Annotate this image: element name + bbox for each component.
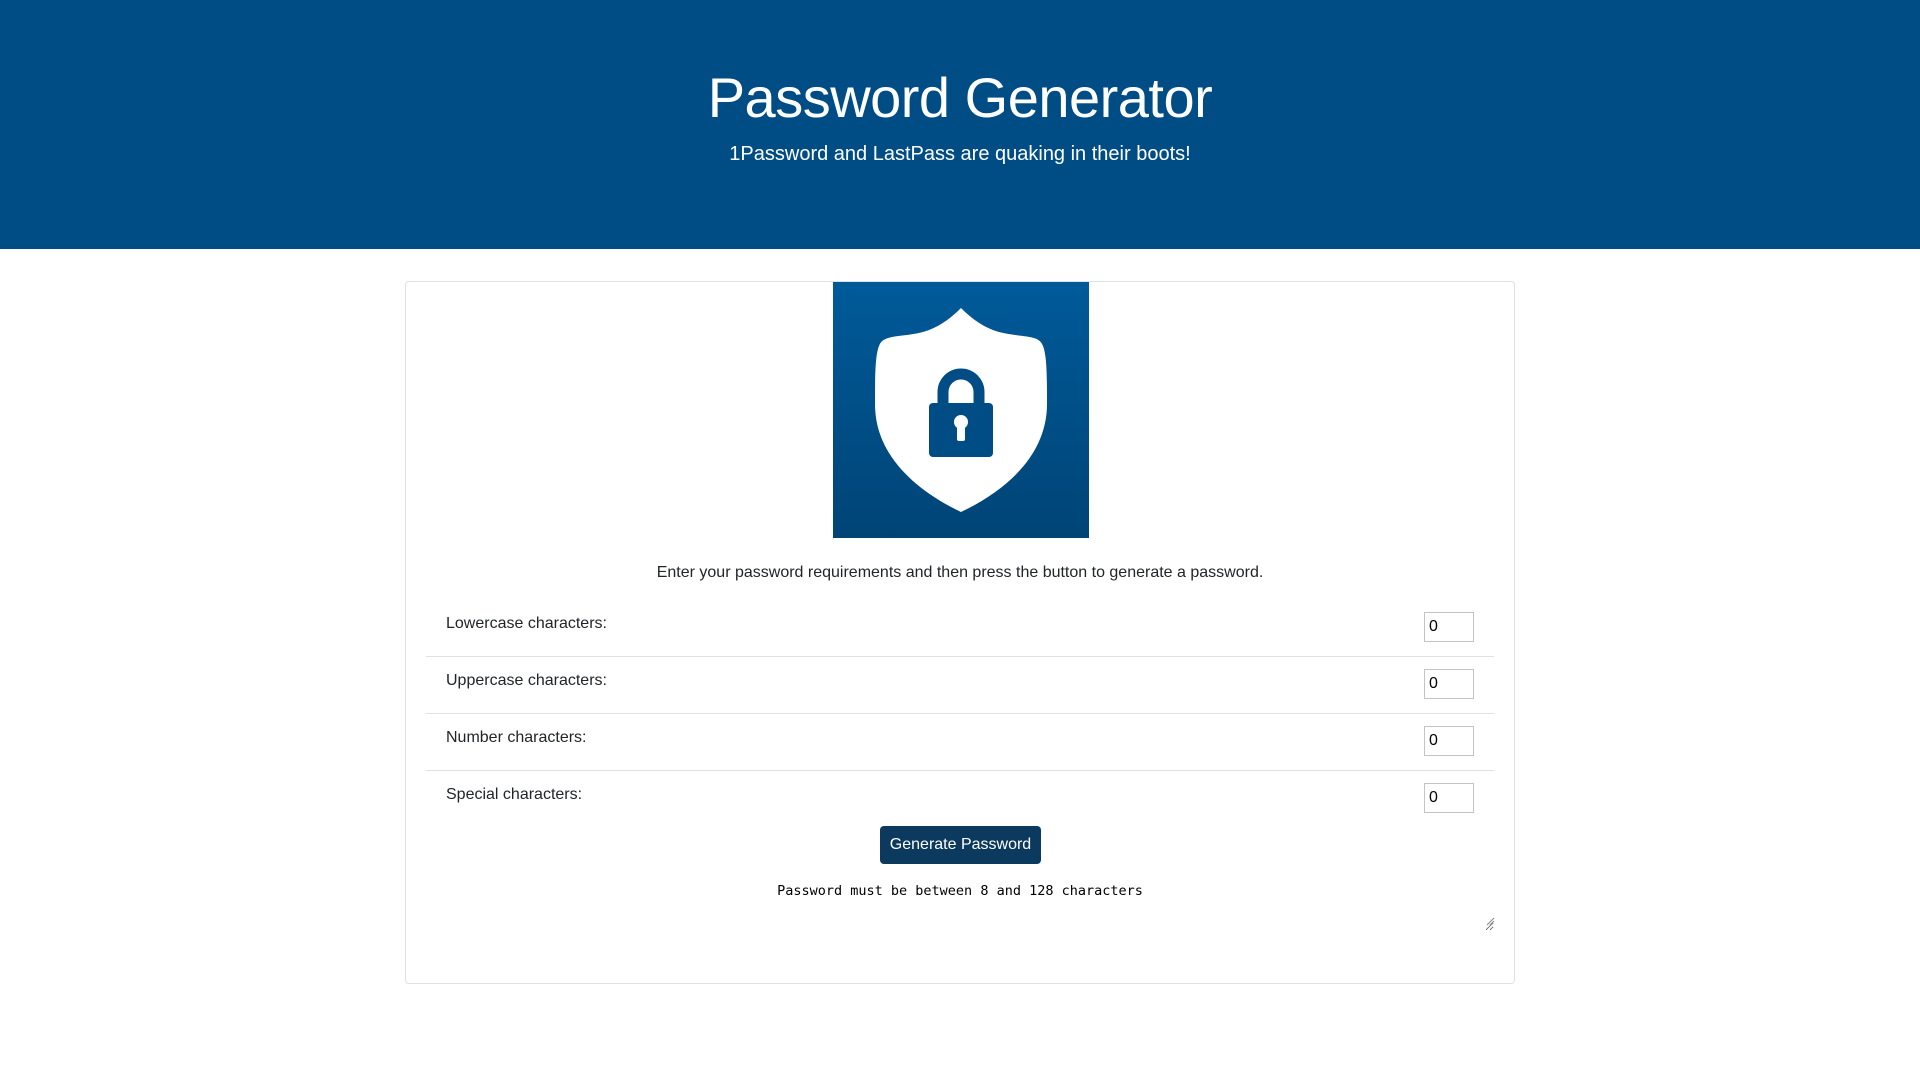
instructions-text: Enter your password requirements and the… xyxy=(656,564,1264,581)
password-output[interactable]: Password must be between 8 and 128 chara… xyxy=(426,877,1494,931)
number-label: Number characters: xyxy=(446,729,587,746)
uppercase-label: Uppercase characters: xyxy=(446,672,607,689)
lowercase-label: Lowercase characters: xyxy=(446,615,607,632)
uppercase-input[interactable] xyxy=(1424,669,1474,699)
page-header: Password Generator 1Password and LastPas… xyxy=(0,0,1920,249)
page-subtitle: 1Password and LastPass are quaking in th… xyxy=(729,143,1191,165)
number-row: Number characters: xyxy=(426,714,1494,771)
generator-card: Enter your password requirements and the… xyxy=(405,281,1515,984)
page-title: Password Generator xyxy=(707,66,1213,129)
lowercase-input[interactable] xyxy=(1424,612,1474,642)
shield-lock-icon xyxy=(833,282,1089,538)
special-input[interactable] xyxy=(1424,783,1474,813)
uppercase-row: Uppercase characters: xyxy=(426,657,1494,714)
special-row: Special characters: xyxy=(426,771,1494,828)
special-label: Special characters: xyxy=(446,786,583,803)
number-input[interactable] xyxy=(1424,726,1474,756)
resize-handle-icon[interactable] xyxy=(1485,916,1495,926)
lowercase-row: Lowercase characters: xyxy=(426,600,1494,657)
generate-password-button[interactable]: Generate Password xyxy=(880,826,1041,864)
